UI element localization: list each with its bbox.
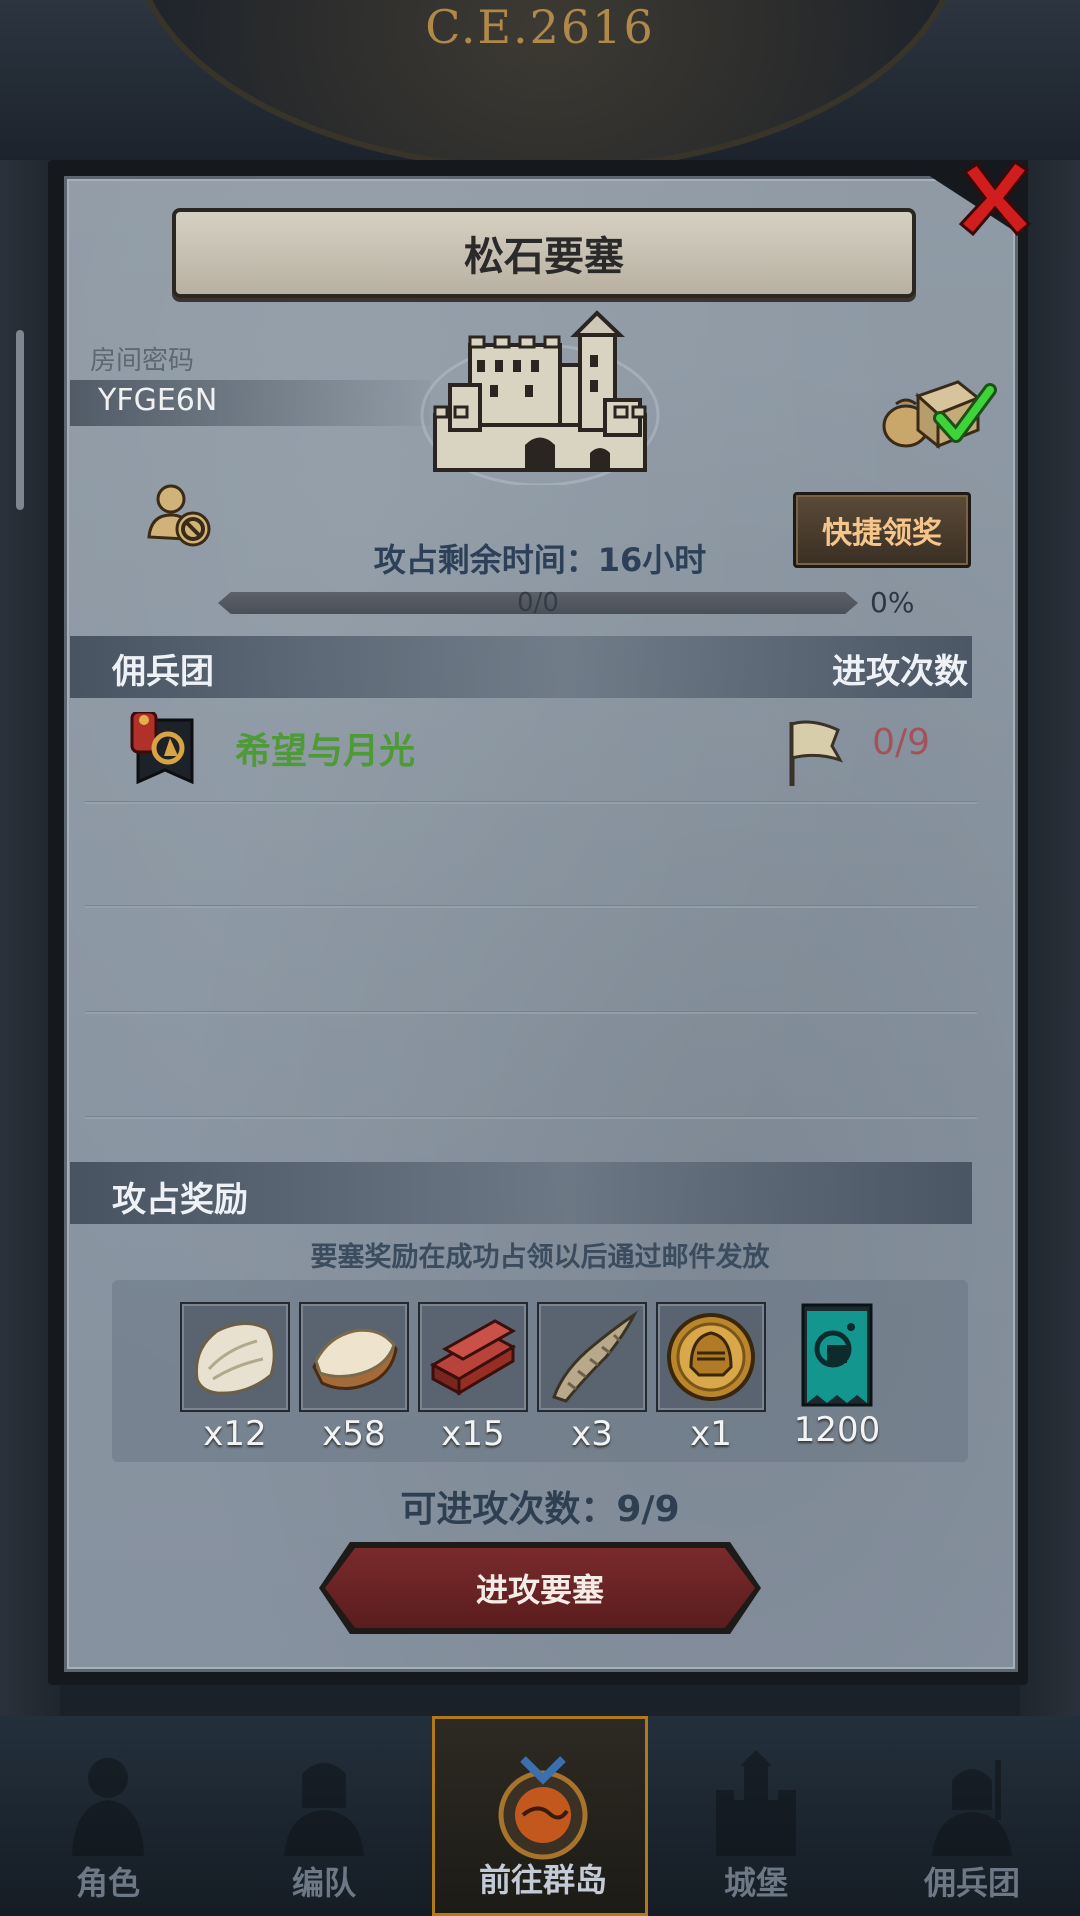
reward-tile	[418, 1302, 528, 1412]
close-icon	[958, 159, 1032, 237]
reward-quantity: x12	[203, 1414, 267, 1454]
castle-icon	[716, 1750, 796, 1856]
title-plate: 松石要塞	[172, 208, 916, 298]
mercenary-header-label: 佣兵团	[112, 652, 214, 692]
available-attempts-text: 可进攻次数：9/9	[400, 1489, 680, 1530]
close-button[interactable]	[945, 148, 1045, 248]
loot-collected-icon[interactable]	[878, 368, 998, 450]
occupation-progress-text: 0/0	[517, 588, 559, 618]
reward-item[interactable]: x1	[656, 1302, 766, 1454]
reward-item[interactable]: x3	[537, 1302, 647, 1454]
nav-label: 佣兵团	[923, 1864, 1020, 1902]
guild-banner-icon	[801, 1303, 873, 1407]
reward-quantity: 1200	[793, 1410, 881, 1450]
row-divider	[85, 1011, 977, 1014]
reward-quantity: x15	[441, 1414, 505, 1454]
reward-item[interactable]: x58	[299, 1302, 409, 1454]
nav-item-islands[interactable]: 前往群岛	[432, 1716, 648, 1916]
attack-flag-icon	[789, 720, 843, 786]
nav-item-character[interactable]: 角色	[0, 1716, 216, 1916]
reward-item[interactable]: x12	[180, 1302, 290, 1454]
formation-icon	[284, 1763, 364, 1856]
occupation-progress-percent: 0%	[870, 586, 915, 619]
reward-quantity: x1	[690, 1414, 732, 1454]
reward-tile	[299, 1302, 409, 1412]
reward-tile	[784, 1302, 890, 1408]
nav-label: 角色	[75, 1864, 140, 1902]
room-code-value: YFGE6N	[98, 383, 218, 418]
nav-item-castle[interactable]: 城堡	[648, 1716, 864, 1916]
reward-quantity: x58	[322, 1414, 386, 1454]
leather-hide-icon	[312, 1328, 398, 1390]
remaining-time-text: 攻占剩余时间：16小时	[373, 541, 707, 579]
reward-tile	[656, 1302, 766, 1412]
nav-item-mercenary[interactable]: 佣兵团	[864, 1716, 1080, 1916]
row-divider	[85, 905, 977, 908]
mercenary-icon	[932, 1760, 1012, 1856]
mercenary-row[interactable]: 希望与月光 0/9	[70, 700, 972, 800]
nav-item-formation[interactable]: 编队	[216, 1716, 432, 1916]
dialog-title: 松石要塞	[464, 234, 624, 280]
mercenary-name: 希望与月光	[235, 731, 416, 772]
reward-quantity: x3	[571, 1414, 613, 1454]
reward-item[interactable]: x15	[418, 1302, 528, 1454]
scroll-indicator	[16, 330, 24, 510]
nav-label: 前往群岛	[478, 1861, 607, 1899]
attack-fortress-button[interactable]: 进攻要塞	[325, 1548, 755, 1628]
background-year: C.E.2616	[425, 0, 655, 54]
wood-planks-icon	[429, 1319, 517, 1396]
attack-count-header-label: 进攻次数	[832, 652, 968, 692]
nav-label: 城堡	[723, 1864, 788, 1902]
fur-pelt-icon	[194, 1322, 276, 1395]
reward-item[interactable]: 1200	[782, 1302, 892, 1450]
islands-icon	[498, 1756, 588, 1860]
rewards-header-label: 攻占奖励	[112, 1180, 248, 1220]
room-code-label: 房间密码	[90, 346, 195, 376]
reward-note: 要塞奖励在成功占领以后通过邮件发放	[310, 1242, 770, 1273]
horn-icon	[552, 1310, 638, 1403]
nav-label: 编队	[291, 1864, 356, 1902]
castle-icon	[420, 310, 660, 485]
mercenary-attack-count: 0/9	[872, 722, 930, 763]
guild-emblem-icon	[130, 712, 194, 785]
row-divider	[85, 1116, 977, 1119]
reward-tile	[180, 1302, 290, 1412]
reward-tile	[537, 1302, 647, 1412]
knight-helmet-coin-icon	[667, 1313, 755, 1401]
character-icon	[72, 1758, 144, 1856]
row-divider	[85, 801, 977, 804]
